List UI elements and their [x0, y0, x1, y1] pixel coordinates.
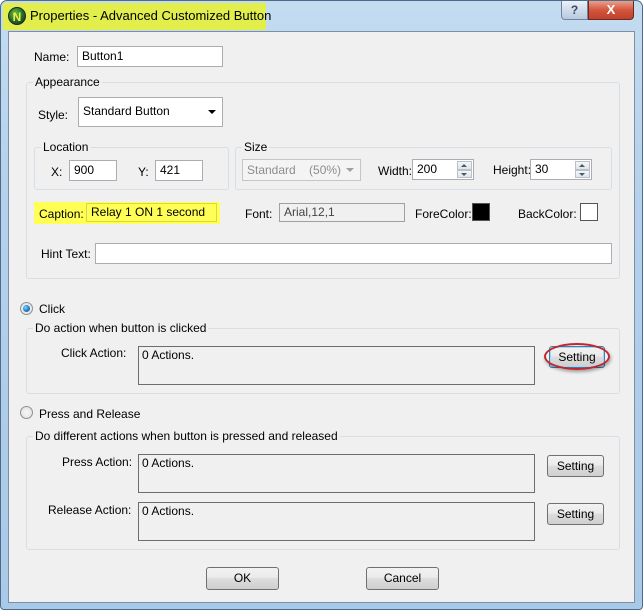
help-icon: ?	[570, 3, 579, 17]
forecolor-label: ForeColor:	[415, 207, 472, 221]
window-title: Properties - Advanced Customized Button	[30, 8, 272, 23]
properties-dialog: N Properties - Advanced Customized Butto…	[0, 0, 643, 610]
style-label: Style:	[38, 108, 69, 122]
help-button[interactable]: ?	[561, 1, 588, 20]
spin-down-icon[interactable]	[575, 169, 590, 178]
highlight-annotation	[544, 343, 610, 370]
width-label: Width:	[378, 164, 413, 178]
height-label: Height:	[493, 163, 532, 177]
click-radio-label[interactable]: Click	[39, 302, 65, 316]
cancel-button[interactable]: Cancel	[366, 567, 439, 590]
size-preset-dropdown: Standard (50%)	[242, 159, 361, 181]
hint-text-input[interactable]	[95, 243, 612, 264]
location-y-label: Y:	[138, 165, 149, 179]
location-x-input[interactable]: 900	[69, 160, 117, 181]
backcolor-label: BackColor:	[518, 207, 577, 221]
size-legend: Size	[242, 140, 270, 154]
location-y-input[interactable]: 421	[155, 160, 203, 181]
caption-input[interactable]: Relay 1 ON 1 second	[86, 203, 217, 222]
name-label: Name:	[34, 50, 70, 64]
press-release-radio[interactable]	[20, 406, 33, 419]
release-setting-button[interactable]: Setting	[547, 503, 604, 525]
style-value: Standard Button	[83, 104, 170, 118]
caption-label: Caption:	[39, 207, 84, 221]
click-action-box: 0 Actions.	[138, 346, 535, 385]
forecolor-swatch[interactable]	[472, 203, 490, 221]
location-x-label: X:	[51, 165, 63, 179]
spin-down-icon[interactable]	[457, 169, 472, 178]
spin-up-icon[interactable]	[457, 161, 472, 170]
press-action-label: Press Action:	[62, 455, 133, 469]
title-bar[interactable]: N Properties - Advanced Customized Butto…	[1, 1, 642, 31]
press-release-legend: Do different actions when button is pres…	[33, 429, 340, 443]
size-preset-value: Standard (50%)	[247, 163, 342, 177]
font-field[interactable]: Arial,12,1	[279, 203, 405, 222]
height-value: 30	[535, 162, 549, 176]
release-action-box: 0 Actions.	[138, 502, 535, 541]
click-action-label: Click Action:	[61, 346, 127, 360]
chevron-down-icon	[208, 110, 216, 114]
hint-text-label: Hint Text:	[41, 247, 91, 261]
ok-button[interactable]: OK	[206, 567, 279, 590]
style-dropdown[interactable]: Standard Button	[78, 97, 223, 127]
backcolor-swatch[interactable]	[580, 203, 598, 221]
dialog-body: Name: Button1 Appearance Style: Standard…	[8, 31, 635, 603]
width-value: 200	[417, 162, 438, 176]
click-action-legend: Do action when button is clicked	[33, 321, 209, 335]
appearance-legend: Appearance	[33, 75, 102, 89]
height-spinner[interactable]: 30	[530, 159, 592, 180]
font-label: Font:	[245, 207, 273, 221]
press-release-radio-label[interactable]: Press and Release	[39, 407, 140, 421]
location-legend: Location	[41, 140, 91, 154]
release-action-label: Release Action:	[48, 503, 132, 517]
press-setting-button[interactable]: Setting	[547, 455, 604, 477]
app-logo-icon: N	[8, 7, 26, 25]
close-button[interactable]: X	[588, 1, 634, 20]
click-radio[interactable]	[20, 302, 33, 315]
spin-up-icon[interactable]	[575, 161, 590, 170]
press-action-box: 0 Actions.	[138, 454, 535, 493]
close-icon: X	[606, 2, 616, 17]
width-spinner[interactable]: 200	[412, 159, 474, 180]
chevron-down-icon	[346, 168, 354, 172]
name-input[interactable]: Button1	[77, 46, 223, 67]
